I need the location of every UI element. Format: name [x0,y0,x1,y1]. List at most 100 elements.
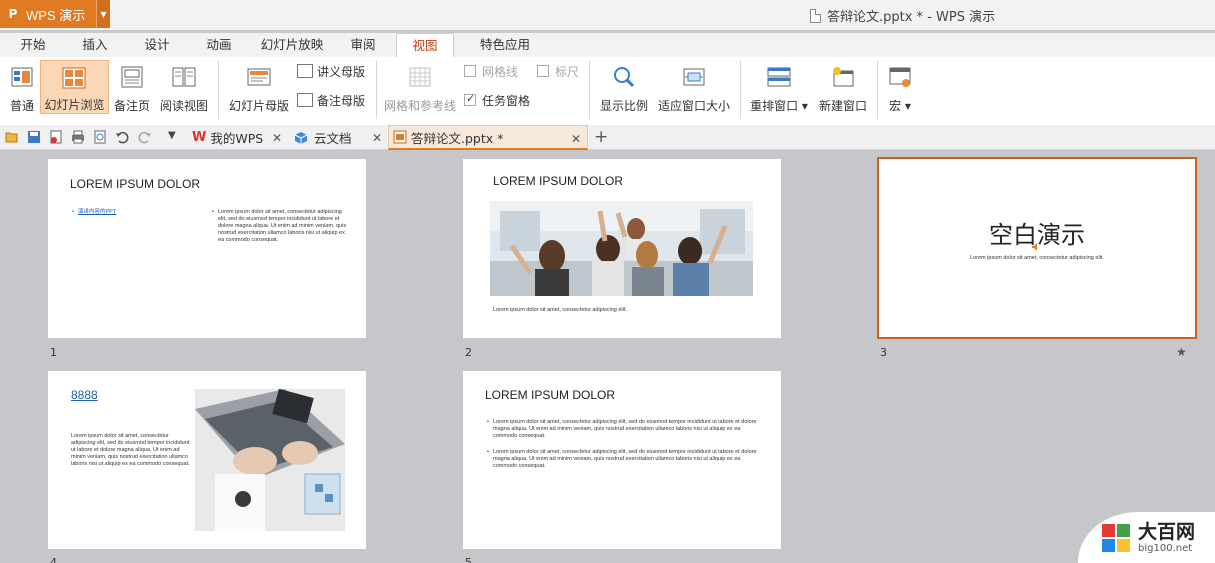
new-window-label: 新建窗口 [818,99,867,113]
slide-thumbnail-2[interactable]: LOREM IPSUM DOLOR Lorem ipsum dolor sit … [463,159,781,338]
tab-special[interactable]: 特色应用 [462,33,548,57]
notes-page-button[interactable]: 备注页 [112,60,152,114]
slide-thumbnail-5[interactable]: LOREM IPSUM DOLOR Lorem ipsum dolor sit … [463,371,781,549]
grid-guides-label: 网格和参考线 [383,99,456,113]
doc-tab-label: 我的WPS [210,131,264,146]
checkbox-icon [464,65,476,77]
task-pane-checkbox[interactable]: 任务窗格 [464,91,530,109]
tab-design[interactable]: 设计 [132,33,182,57]
slide-number: 1 [50,346,57,359]
laptop-typing-photo [195,389,345,531]
close-icon[interactable]: ✕ [372,131,382,145]
doc-tab-my-wps[interactable]: W 我的WPS ✕ [188,125,288,150]
wps-logo-icon: W [192,130,207,145]
watermark-logo-icon [1102,523,1130,552]
slide-sorter-canvas: LOREM IPSUM DOLOR 演讲内容的PPT Lorem ipsum d… [0,150,1215,563]
notes-page-icon [121,66,143,88]
redo-icon[interactable] [138,130,152,144]
slide-caption: Lorem ipsum dolor sit amet, consectetur … [493,307,627,313]
team-celebrating-photo [490,201,753,296]
doc-tab-cloud[interactable]: 云文档 ✕ [290,125,388,150]
undo-icon[interactable] [115,130,129,144]
slide-master-button[interactable]: 幻灯片母版 [226,60,292,114]
normal-view-button[interactable]: 普通 [4,60,40,114]
export-pdf-icon[interactable] [49,130,63,144]
star-icon[interactable]: ★ [1176,345,1187,359]
slide-thumbnail-4[interactable]: 8888 Lorem ipsum dolor sit amet, consect… [48,371,366,549]
handout-master-label: 讲义母版 [317,64,366,79]
gridlines-checkbox[interactable]: 网格线 [464,62,518,80]
presentation-file-icon [393,130,407,144]
save-icon[interactable] [27,130,41,144]
handout-master-icon [297,64,313,78]
slide-number: 5 [465,556,472,563]
ribbon-divider [877,61,878,119]
file-icon [810,8,821,23]
notes-master-label: 备注母版 [317,93,366,108]
ribbon-divider [218,61,219,119]
tab-insert[interactable]: 插入 [70,33,120,57]
grid-guides-button[interactable]: 网格和参考线 [382,60,458,114]
slide-body: Lorem ipsum dolor sit amet, consectetur … [212,209,348,244]
macro-button[interactable]: 宏 ▾ [884,60,916,114]
ribbon-divider [740,61,741,119]
ruler-checkbox[interactable]: 标尺 [537,62,579,80]
app-menu-button[interactable]: P WPS 演示 ▼ [0,0,110,28]
new-window-button[interactable]: 新建窗口 [816,60,870,114]
magnifier-icon [614,67,635,88]
tab-review[interactable]: 审阅 [340,33,386,57]
doc-tab-label: 云文档 [314,131,352,146]
slide-master-icon [247,68,271,86]
slide-bullet: Lorem ipsum dolor sit amet, consectetur … [487,419,761,440]
tab-view[interactable]: 视图 [396,33,454,57]
print-icon[interactable] [71,130,85,144]
doc-tab-active[interactable]: 答辩论文.pptx * ✕ [388,125,588,150]
close-icon[interactable]: ✕ [272,131,282,145]
slide-caption: Lorem ipsum dolor sit amet, consectetur … [970,255,1104,261]
reading-view-button[interactable]: 阅读视图 [158,60,210,114]
slide-title: LOREM IPSUM DOLOR [485,388,616,402]
slide-thumbnail-1[interactable]: LOREM IPSUM DOLOR 演讲内容的PPT Lorem ipsum d… [48,159,366,338]
menu-tabs: 开始 插入 设计 动画 幻灯片放映 审阅 视图 特色应用 [0,33,1215,57]
app-name: WPS 演示 [26,7,86,23]
macro-label: 宏 ▾ [889,99,911,113]
gridlines-label: 网格线 [482,64,519,79]
macro-icon [889,67,911,87]
handout-master-button[interactable]: 讲义母版 [297,62,365,80]
speaker-icon [1032,243,1037,251]
arrange-window-button[interactable]: 重排窗口 ▾ [748,60,810,114]
chevron-down-icon[interactable]: ▼ [96,0,110,28]
slide-master-label: 幻灯片母版 [228,99,289,113]
checkbox-checked-icon [464,92,476,106]
print-preview-icon[interactable] [93,130,107,144]
new-window-icon [833,67,854,87]
arrange-window-label: 重排窗口 ▾ [750,99,808,113]
slide-sorter-button[interactable]: 幻灯片浏览 [40,60,109,114]
slide-link: 演讲内容的PPT [72,209,116,216]
reading-view-label: 阅读视图 [159,99,208,113]
slide-thumbnail-3[interactable]: 空白演示 Lorem ipsum dolor sit amet, consect… [877,157,1197,339]
window-title-text: 答辩论文.pptx * - WPS 演示 [827,10,996,25]
title-bar: P WPS 演示 ▼ 答辩论文.pptx * - WPS 演示 [0,0,1215,30]
tab-slideshow[interactable]: 幻灯片放映 [256,33,328,57]
doc-tab-label: 答辩论文.pptx * [411,130,504,146]
new-tab-icon[interactable]: + [594,127,608,147]
slide-title: 8888 [71,388,98,402]
notes-master-button[interactable]: 备注母版 [297,91,365,109]
slide-number: 2 [465,346,472,359]
reading-view-icon [172,67,196,87]
slide-number: 4 [50,556,57,563]
tab-start[interactable]: 开始 [8,33,58,57]
document-tab-bar: ▼ W 我的WPS ✕ 云文档 ✕ 答辩论文.pptx * ✕ + [0,125,1215,150]
quick-access-dropdown-icon[interactable]: ▼ [168,130,176,141]
close-icon[interactable]: ✕ [571,132,581,146]
fit-window-icon [683,68,705,86]
slide-sorter-icon [62,67,86,89]
watermark-name: 大百网 [1138,521,1196,543]
zoom-button[interactable]: 显示比例 [597,60,651,114]
open-folder-icon[interactable] [5,130,19,144]
watermark-url: big100.net [1138,543,1193,554]
fit-window-button[interactable]: 适应窗口大小 [655,60,733,114]
tab-animation[interactable]: 动画 [194,33,244,57]
wps-logo-icon: P [8,7,18,21]
